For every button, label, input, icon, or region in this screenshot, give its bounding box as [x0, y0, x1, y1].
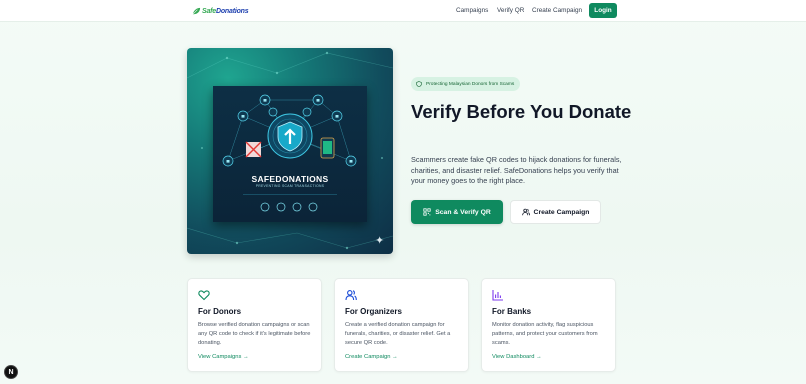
- poster-title: SAFEDONATIONS: [251, 174, 329, 184]
- poster-subtitle: PREVENTING SCAM TRANSACTIONS: [255, 184, 325, 188]
- scan-verify-qr-button[interactable]: Scan & Verify QR: [411, 200, 503, 224]
- hero-illustration: SAFEDONATIONS PREVENTING SCAM TRANSACTIO…: [187, 48, 393, 254]
- card-title: For Donors: [198, 307, 242, 316]
- view-campaigns-link[interactable]: View Campaigns →: [198, 354, 249, 360]
- create-campaign-label: Create Campaign: [533, 208, 590, 216]
- card-donors: For Donors Browse verified donation camp…: [187, 278, 322, 372]
- nav-verify-qr-link[interactable]: Verify QR: [497, 7, 524, 14]
- network-shield-graphic: [222, 94, 357, 212]
- top-navbar: SafeDonations Campaigns Verify QR Create…: [0, 0, 806, 22]
- nav-campaigns-link[interactable]: Campaigns: [456, 7, 488, 14]
- safedonations-poster: SAFEDONATIONS PREVENTING SCAM TRANSACTIO…: [213, 86, 367, 222]
- badge-label: Protecting Malaysian Donors from Scams: [426, 81, 515, 87]
- create-campaign-link[interactable]: Create Campaign →: [345, 354, 398, 360]
- card-text: Create a verified donation campaign for …: [345, 322, 451, 346]
- scan-verify-qr-label: Scan & Verify QR: [435, 208, 491, 216]
- card-organizers: For Organizers Create a verified donatio…: [334, 278, 469, 372]
- card-text: Browse verified donation campaigns or sc…: [198, 322, 311, 346]
- floating-dev-button[interactable]: N: [4, 365, 18, 379]
- qr-code-icon: [423, 208, 431, 216]
- bar-chart-icon: [492, 290, 503, 301]
- login-button[interactable]: Login: [589, 3, 617, 18]
- heart-icon: [198, 290, 210, 301]
- create-campaign-button[interactable]: Create Campaign: [510, 200, 601, 224]
- nav-create-campaign-link[interactable]: Create Campaign: [532, 7, 582, 14]
- view-dashboard-link[interactable]: View Dashboard →: [492, 354, 542, 360]
- card-title: For Organizers: [345, 307, 402, 316]
- card-text: Monitor donation activity, flag suspicio…: [492, 322, 598, 346]
- logo-text: SafeDonations: [202, 7, 249, 15]
- sparkle-icon: ✦: [375, 235, 385, 247]
- hero-title: Verify Before You Donate: [411, 101, 632, 122]
- card-title: For Banks: [492, 307, 532, 316]
- users-icon: [345, 290, 357, 301]
- card-banks: For Banks Monitor donation activity, fla…: [481, 278, 616, 372]
- shield-icon: [416, 81, 422, 87]
- protection-badge: Protecting Malaysian Donors from Scams: [411, 77, 521, 91]
- hero-description: Scammers create fake QR codes to hijack …: [411, 155, 622, 185]
- logo[interactable]: SafeDonations: [192, 5, 249, 17]
- users-icon: [521, 208, 530, 216]
- leaf-logo-icon: [192, 7, 201, 14]
